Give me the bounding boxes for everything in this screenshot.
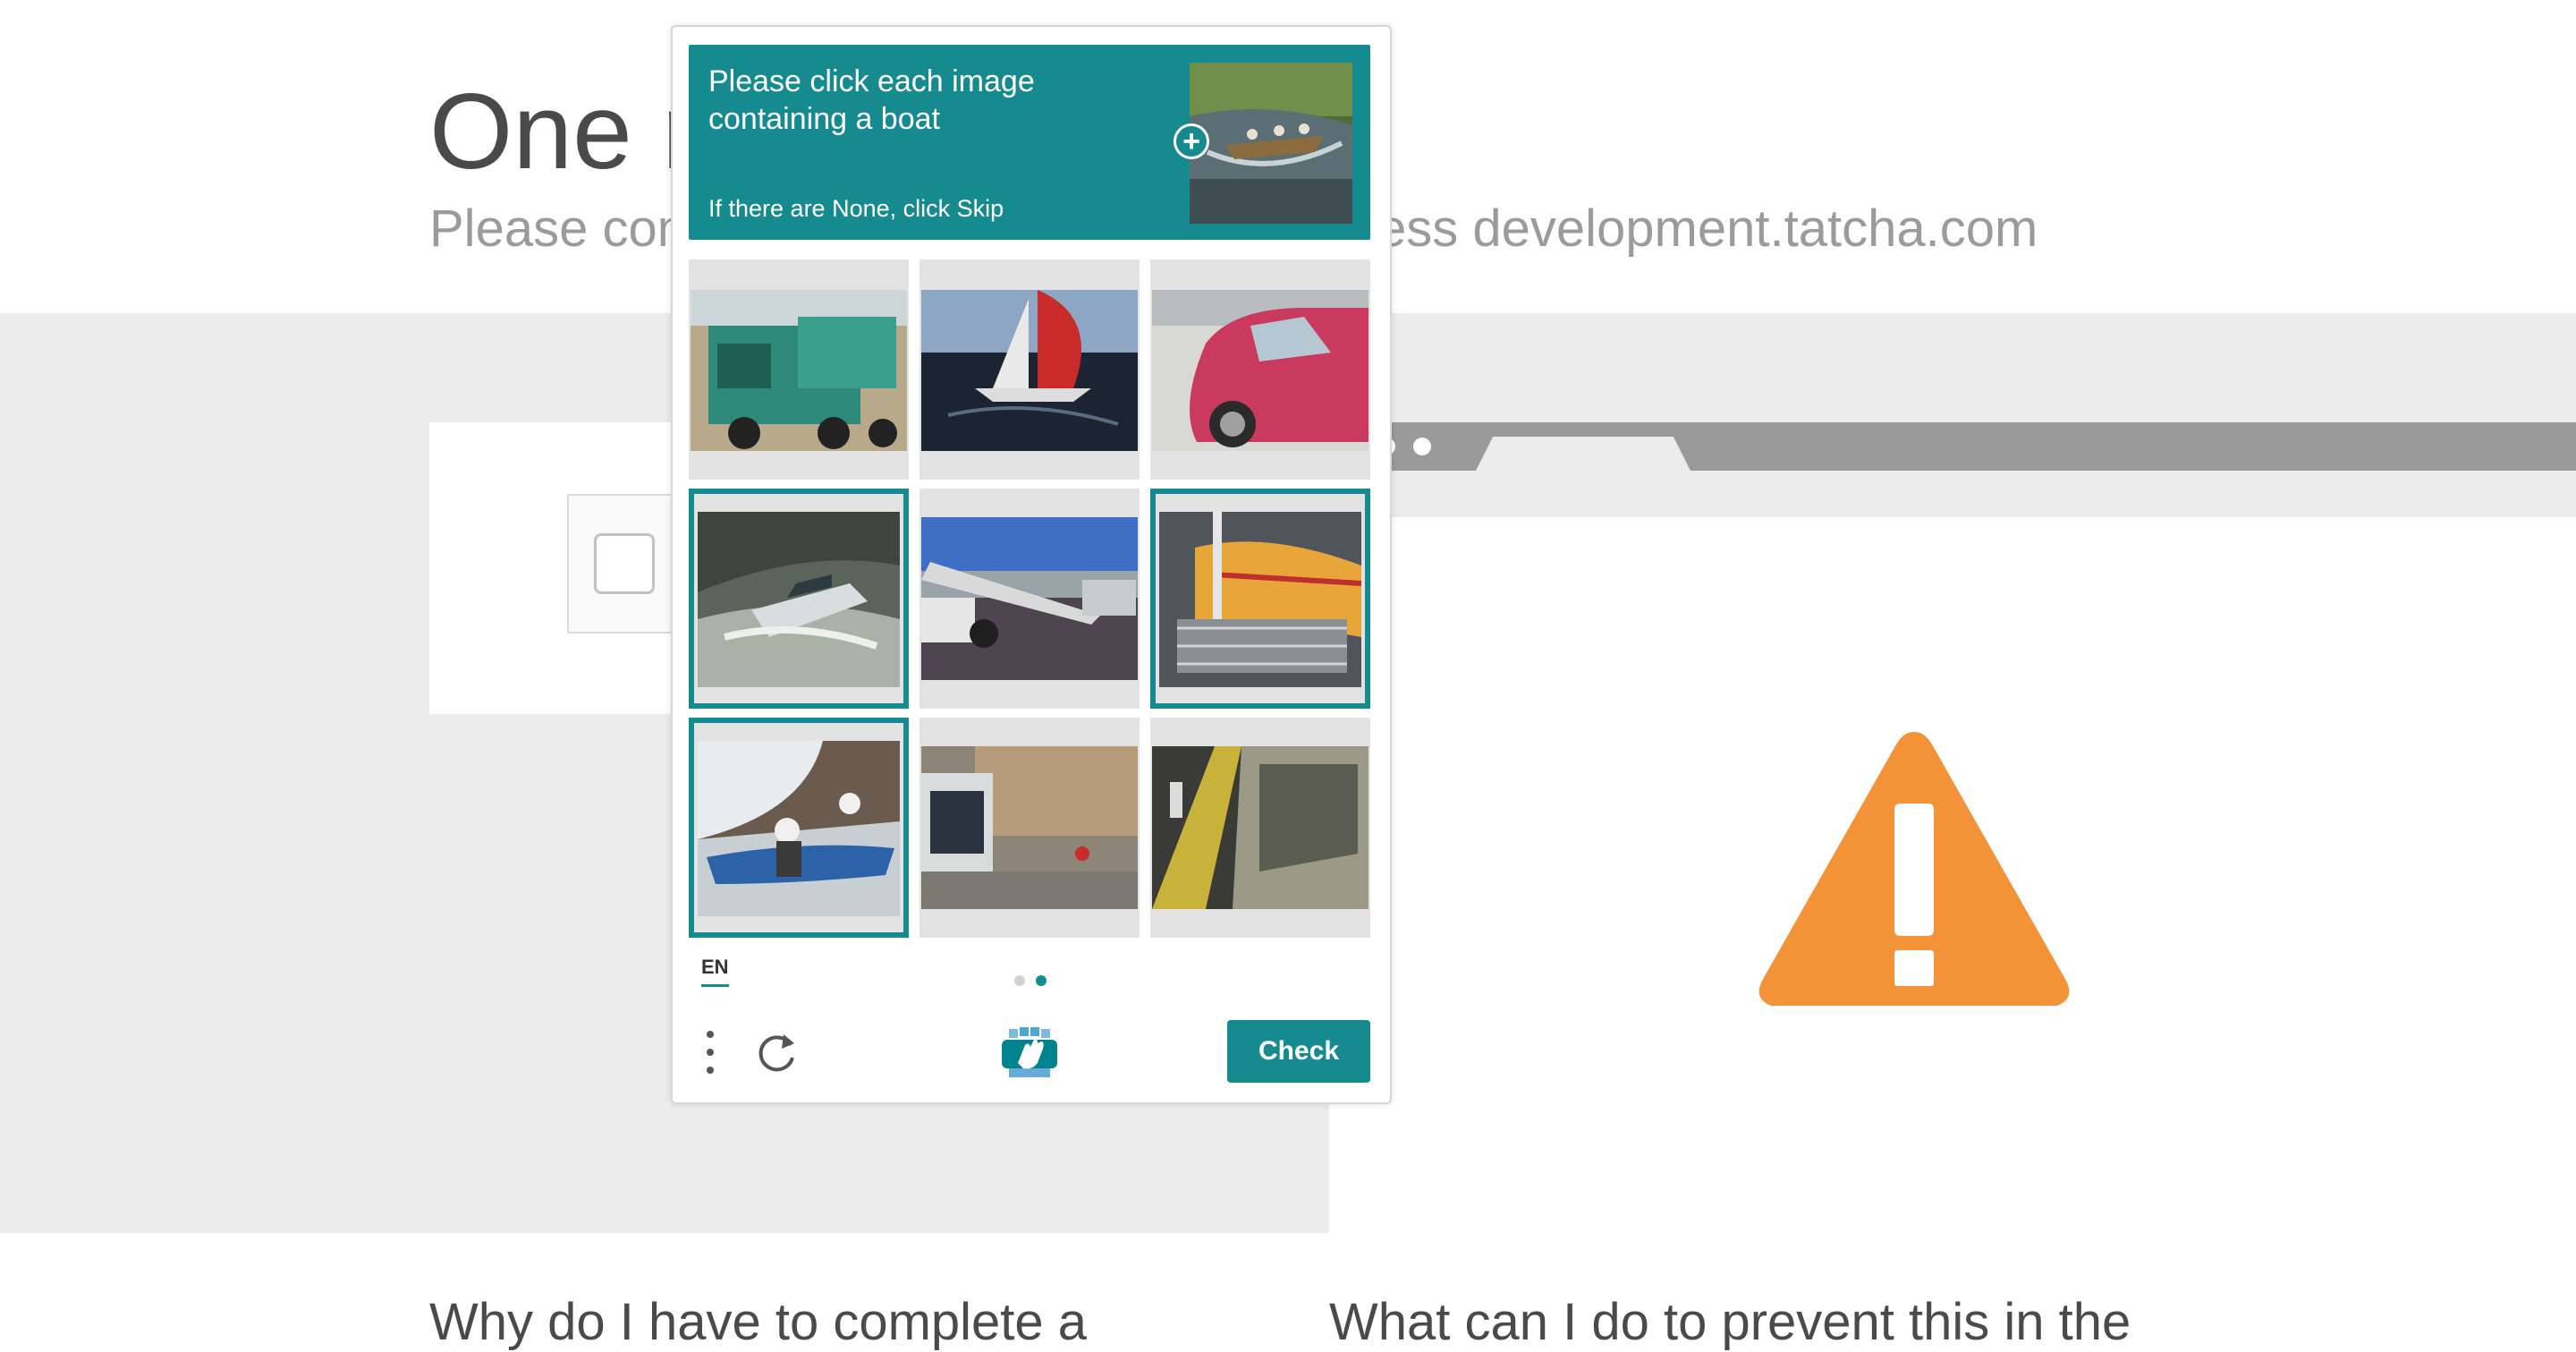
page-subtitle-left: Please com xyxy=(429,200,701,258)
browser-toolbar xyxy=(1329,471,2576,517)
warning-triangle-icon xyxy=(1753,725,2075,1020)
browser-tab xyxy=(1476,437,1690,471)
hcaptcha-logo-icon[interactable] xyxy=(998,1024,1061,1083)
image-tile-speedboat[interactable] xyxy=(689,489,909,709)
example-image xyxy=(1190,63,1352,224)
plus-circle-icon[interactable]: + xyxy=(1174,123,1209,159)
captcha-checkbox[interactable] xyxy=(594,533,655,594)
image-tile-train[interactable] xyxy=(1150,718,1370,938)
captcha-hint: If there are None, click Skip xyxy=(708,195,1004,222)
faq-heading-prevent: What can I do to prevent this in the xyxy=(1329,1293,2131,1351)
language-selector[interactable]: EN xyxy=(701,956,729,987)
check-button[interactable]: Check xyxy=(1227,1020,1370,1083)
captcha-prompt: Please click each image containing a boa… xyxy=(708,64,1035,136)
image-tile-bus[interactable] xyxy=(919,718,1140,938)
more-vertical-icon[interactable] xyxy=(699,1029,721,1076)
image-tile-kayak[interactable] xyxy=(689,718,909,938)
image-tile-sailboat[interactable] xyxy=(919,259,1140,480)
browser-dot xyxy=(1413,438,1431,455)
faq-heading-why: Why do I have to complete a xyxy=(429,1293,1088,1351)
image-tile-truck[interactable] xyxy=(689,259,909,480)
page-indicator-dot-active xyxy=(1036,975,1046,986)
image-tile-boat-deck[interactable] xyxy=(1150,489,1370,709)
page-subtitle-right: ess development.tatcha.com xyxy=(1377,200,2038,258)
page-title: One r xyxy=(429,72,699,191)
image-tile-tow-truck[interactable] xyxy=(919,489,1140,709)
image-tile-car[interactable] xyxy=(1150,259,1370,480)
page-indicator-dot xyxy=(1014,975,1025,986)
refresh-icon[interactable] xyxy=(751,1027,801,1077)
